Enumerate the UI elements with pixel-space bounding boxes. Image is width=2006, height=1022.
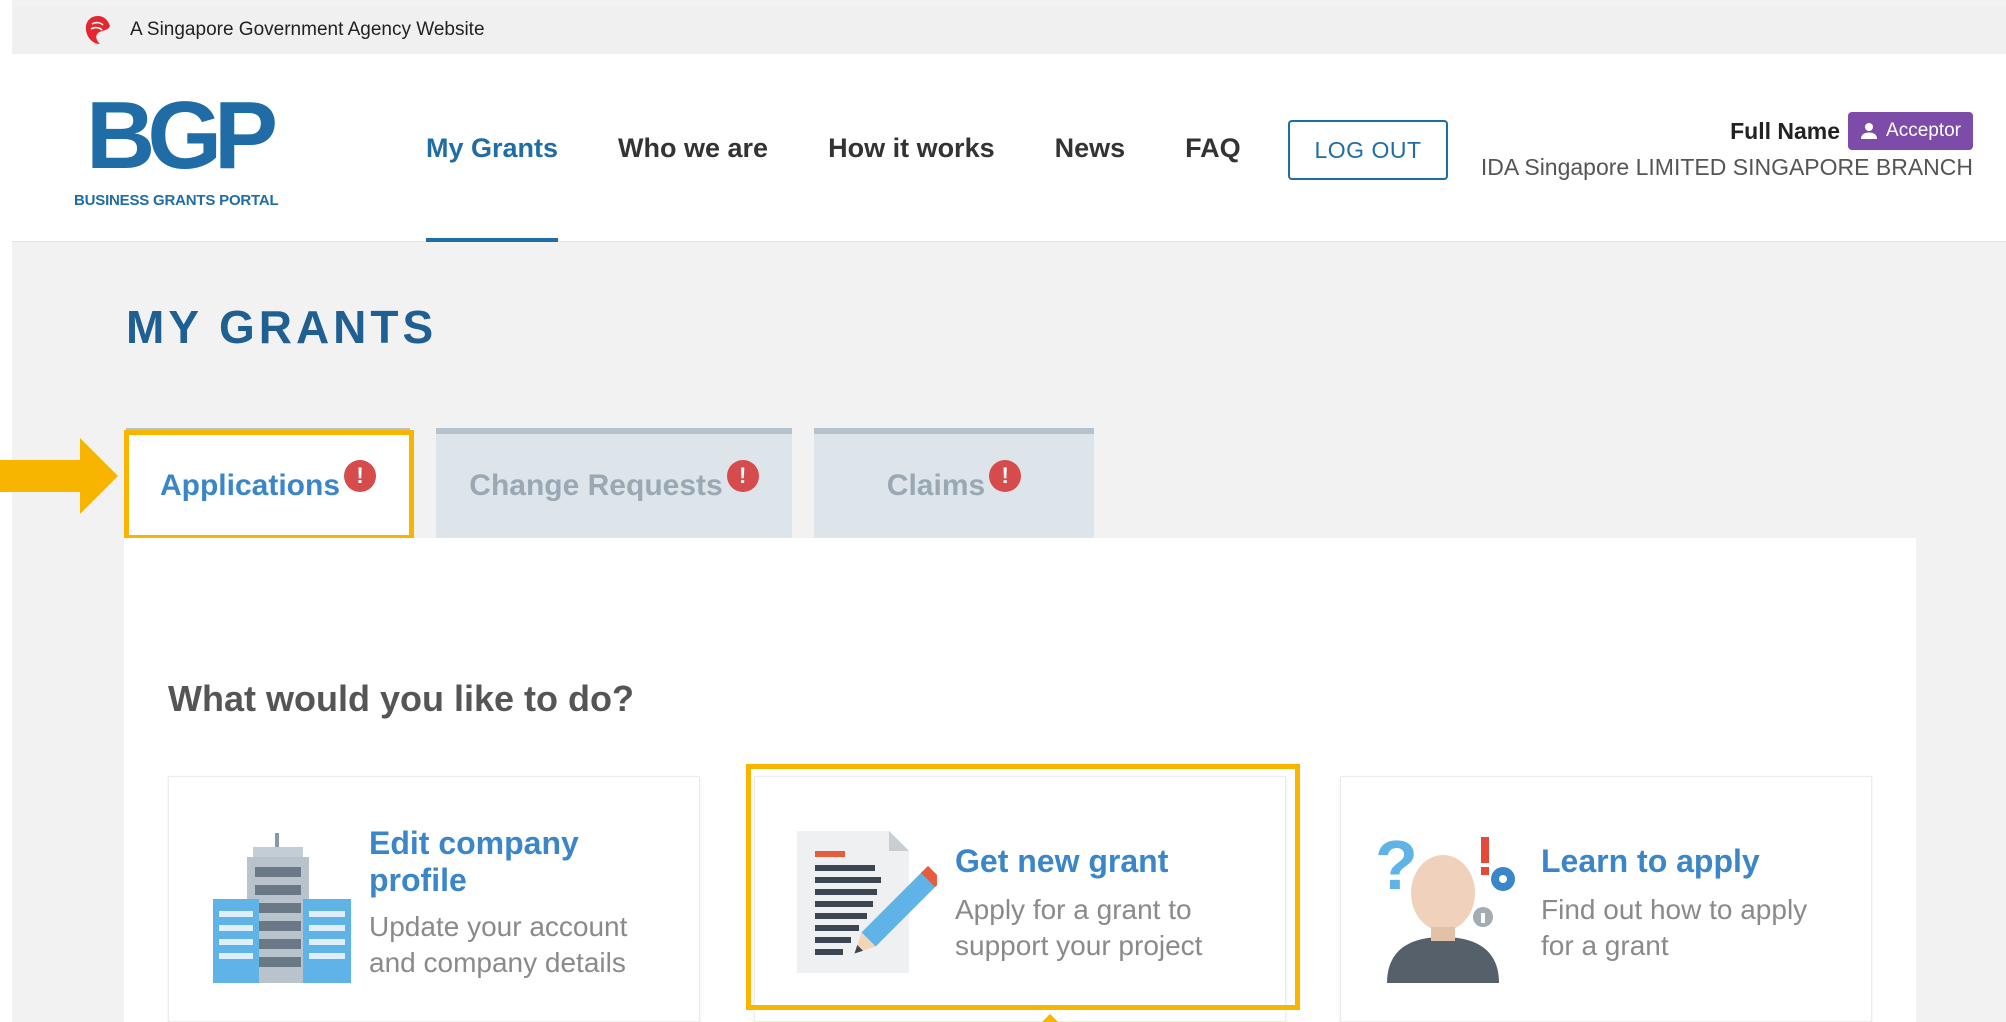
page-title: MY GRANTS xyxy=(126,301,438,353)
gov-masthead: A Singapore Government Agency Website xyxy=(12,6,2006,54)
caret-up-icon xyxy=(1042,1014,1058,1022)
bgp-logo[interactable]: BGP BUSINESS GRANTS PORTAL xyxy=(74,88,314,218)
tab-claims-label: Claims xyxy=(886,469,986,502)
masthead-text: A Singapore Government Agency Website xyxy=(130,19,485,40)
tab-claims[interactable]: Claims ! xyxy=(814,428,1094,538)
get-new-grant-card[interactable]: Get new grant Apply for a grant to suppo… xyxy=(754,776,1286,1022)
user-name: Full Name xyxy=(1730,117,1841,144)
nav-news[interactable]: News xyxy=(1055,54,1126,242)
building-icon xyxy=(213,833,351,983)
lion-head-icon xyxy=(85,16,110,44)
tab-change-requests-label: Change Requests xyxy=(469,469,723,502)
card-title: Edit company profile xyxy=(369,825,579,898)
alert-icon: ! xyxy=(344,460,376,492)
card-title: Learn to apply xyxy=(1541,843,1760,879)
document-pencil-icon xyxy=(797,831,937,973)
alert-icon: ! xyxy=(726,460,759,492)
logout-button[interactable]: LOG OUT xyxy=(1288,120,1448,180)
nav-my-grants[interactable]: My Grants xyxy=(426,54,559,242)
card-description: Apply for a grant to support your projec… xyxy=(955,894,1203,961)
question-heading: What would you like to do? xyxy=(168,678,634,719)
tab-applications-label: Applications xyxy=(159,469,340,502)
tab-change-requests[interactable]: Change Requests ! xyxy=(436,428,792,538)
card-title: Get new grant xyxy=(955,843,1169,879)
role-badge: Acceptor xyxy=(1848,112,1973,150)
edit-company-profile-card[interactable]: Edit company profile Update your account… xyxy=(168,776,700,1022)
card-description: Find out how to apply for a grant xyxy=(1541,894,1808,961)
logo-mark: BGP xyxy=(86,82,278,189)
logo-caption: BUSINESS GRANTS PORTAL xyxy=(74,192,279,209)
user-icon xyxy=(1861,123,1878,139)
company-name: IDA Singapore LIMITED SINGAPORE BRANCH xyxy=(1480,154,1973,180)
alert-icon: ! xyxy=(989,460,1022,492)
main-nav: My Grants Who we are How it works News F… xyxy=(426,54,1301,242)
learn-to-apply-card[interactable]: ? Learn to apply Find out how to apply f… xyxy=(1340,776,1872,1022)
role-label: Acceptor xyxy=(1886,120,1961,141)
card-description: Update your account and company details xyxy=(369,911,628,978)
nav-faq[interactable]: FAQ xyxy=(1185,54,1241,242)
nav-who-we-are[interactable]: Who we are xyxy=(618,54,768,242)
tab-applications[interactable]: Applications ! xyxy=(126,428,410,538)
user-info: Full Name Acceptor IDA Singapore LIMITED… xyxy=(1481,112,1973,181)
question-person-icon: ? xyxy=(1375,833,1515,983)
arrow-right-icon xyxy=(0,438,118,514)
site-header: BGP BUSINESS GRANTS PORTAL My Grants Who… xyxy=(12,54,2006,242)
nav-how-it-works[interactable]: How it works xyxy=(828,54,995,242)
